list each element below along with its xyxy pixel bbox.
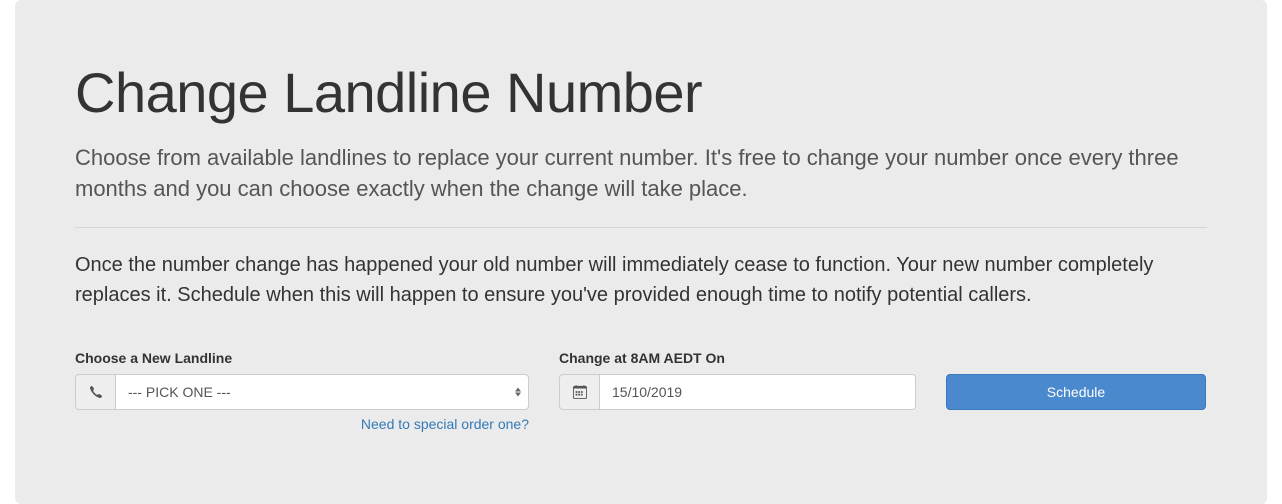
divider — [75, 227, 1207, 228]
body-text: Once the number change has happened your… — [75, 250, 1207, 310]
date-input-group — [559, 374, 916, 410]
schedule-button[interactable]: Schedule — [946, 374, 1206, 410]
help-link-wrapper: Need to special order one? — [75, 416, 529, 434]
landline-select-wrapper: --- PICK ONE --- — [115, 374, 529, 410]
date-column: Change at 8AM AEDT On — [559, 350, 916, 410]
landline-input-group: --- PICK ONE --- — [75, 374, 529, 410]
action-column: Schedule — [946, 350, 1206, 410]
landline-label: Choose a New Landline — [75, 350, 529, 366]
date-input[interactable] — [599, 374, 916, 410]
lead-text: Choose from available landlines to repla… — [75, 143, 1207, 205]
special-order-link[interactable]: Need to special order one? — [361, 416, 529, 432]
date-label: Change at 8AM AEDT On — [559, 350, 916, 366]
landline-column: Choose a New Landline --- PICK ONE --- N… — [75, 350, 529, 434]
form-row: Choose a New Landline --- PICK ONE --- N… — [75, 350, 1207, 434]
landline-select[interactable]: --- PICK ONE --- — [115, 374, 529, 410]
page-title: Change Landline Number — [75, 60, 1207, 125]
calendar-icon — [559, 374, 599, 410]
phone-icon — [75, 374, 115, 410]
change-landline-panel: Change Landline Number Choose from avail… — [15, 0, 1267, 504]
